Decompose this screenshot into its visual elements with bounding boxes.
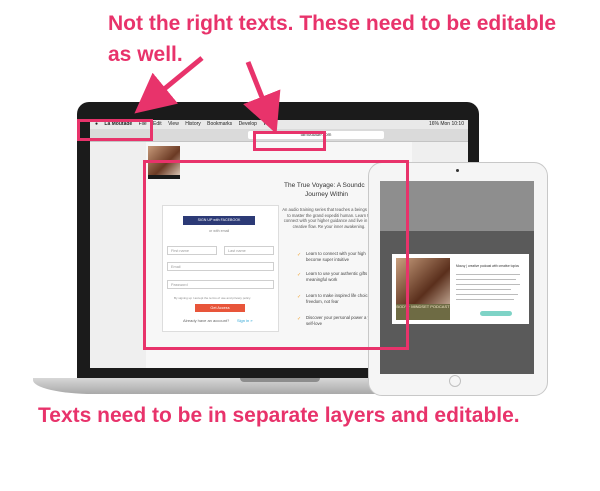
- annotation-bottom-text: Texts need to be in separate layers and …: [38, 404, 520, 427]
- arrow-to-urlbar: [243, 61, 281, 134]
- arrow-to-menubar: [134, 56, 204, 114]
